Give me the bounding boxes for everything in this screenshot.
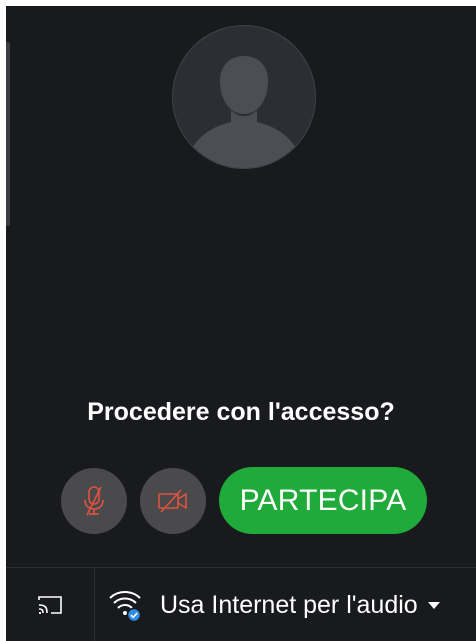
video-off-icon	[158, 489, 187, 513]
mic-off-icon	[84, 486, 104, 516]
mute-mic-button[interactable]	[61, 468, 127, 534]
edge-handle[interactable]	[6, 42, 10, 226]
wifi-audio-icon	[109, 591, 142, 623]
meeting-preview-screen: Procedere con l'accesso? PARTECIPA Usa I…	[6, 6, 476, 641]
cast-button[interactable]	[6, 568, 95, 641]
join-button[interactable]: PARTECIPA	[219, 467, 427, 534]
audio-source-label: Usa Internet per l'audio	[160, 590, 418, 619]
cast-icon	[38, 596, 62, 614]
user-silhouette-icon	[189, 56, 299, 168]
audio-source-selector[interactable]: Usa Internet per l'audio	[95, 568, 476, 641]
caret-down-icon	[427, 601, 440, 609]
avatar	[172, 25, 316, 169]
bottom-bar: Usa Internet per l'audio	[6, 567, 476, 641]
audio-connection-icon	[108, 588, 142, 623]
camera-off-button[interactable]	[140, 468, 206, 534]
join-prompt: Procedere con l'accesso?	[87, 398, 395, 426]
